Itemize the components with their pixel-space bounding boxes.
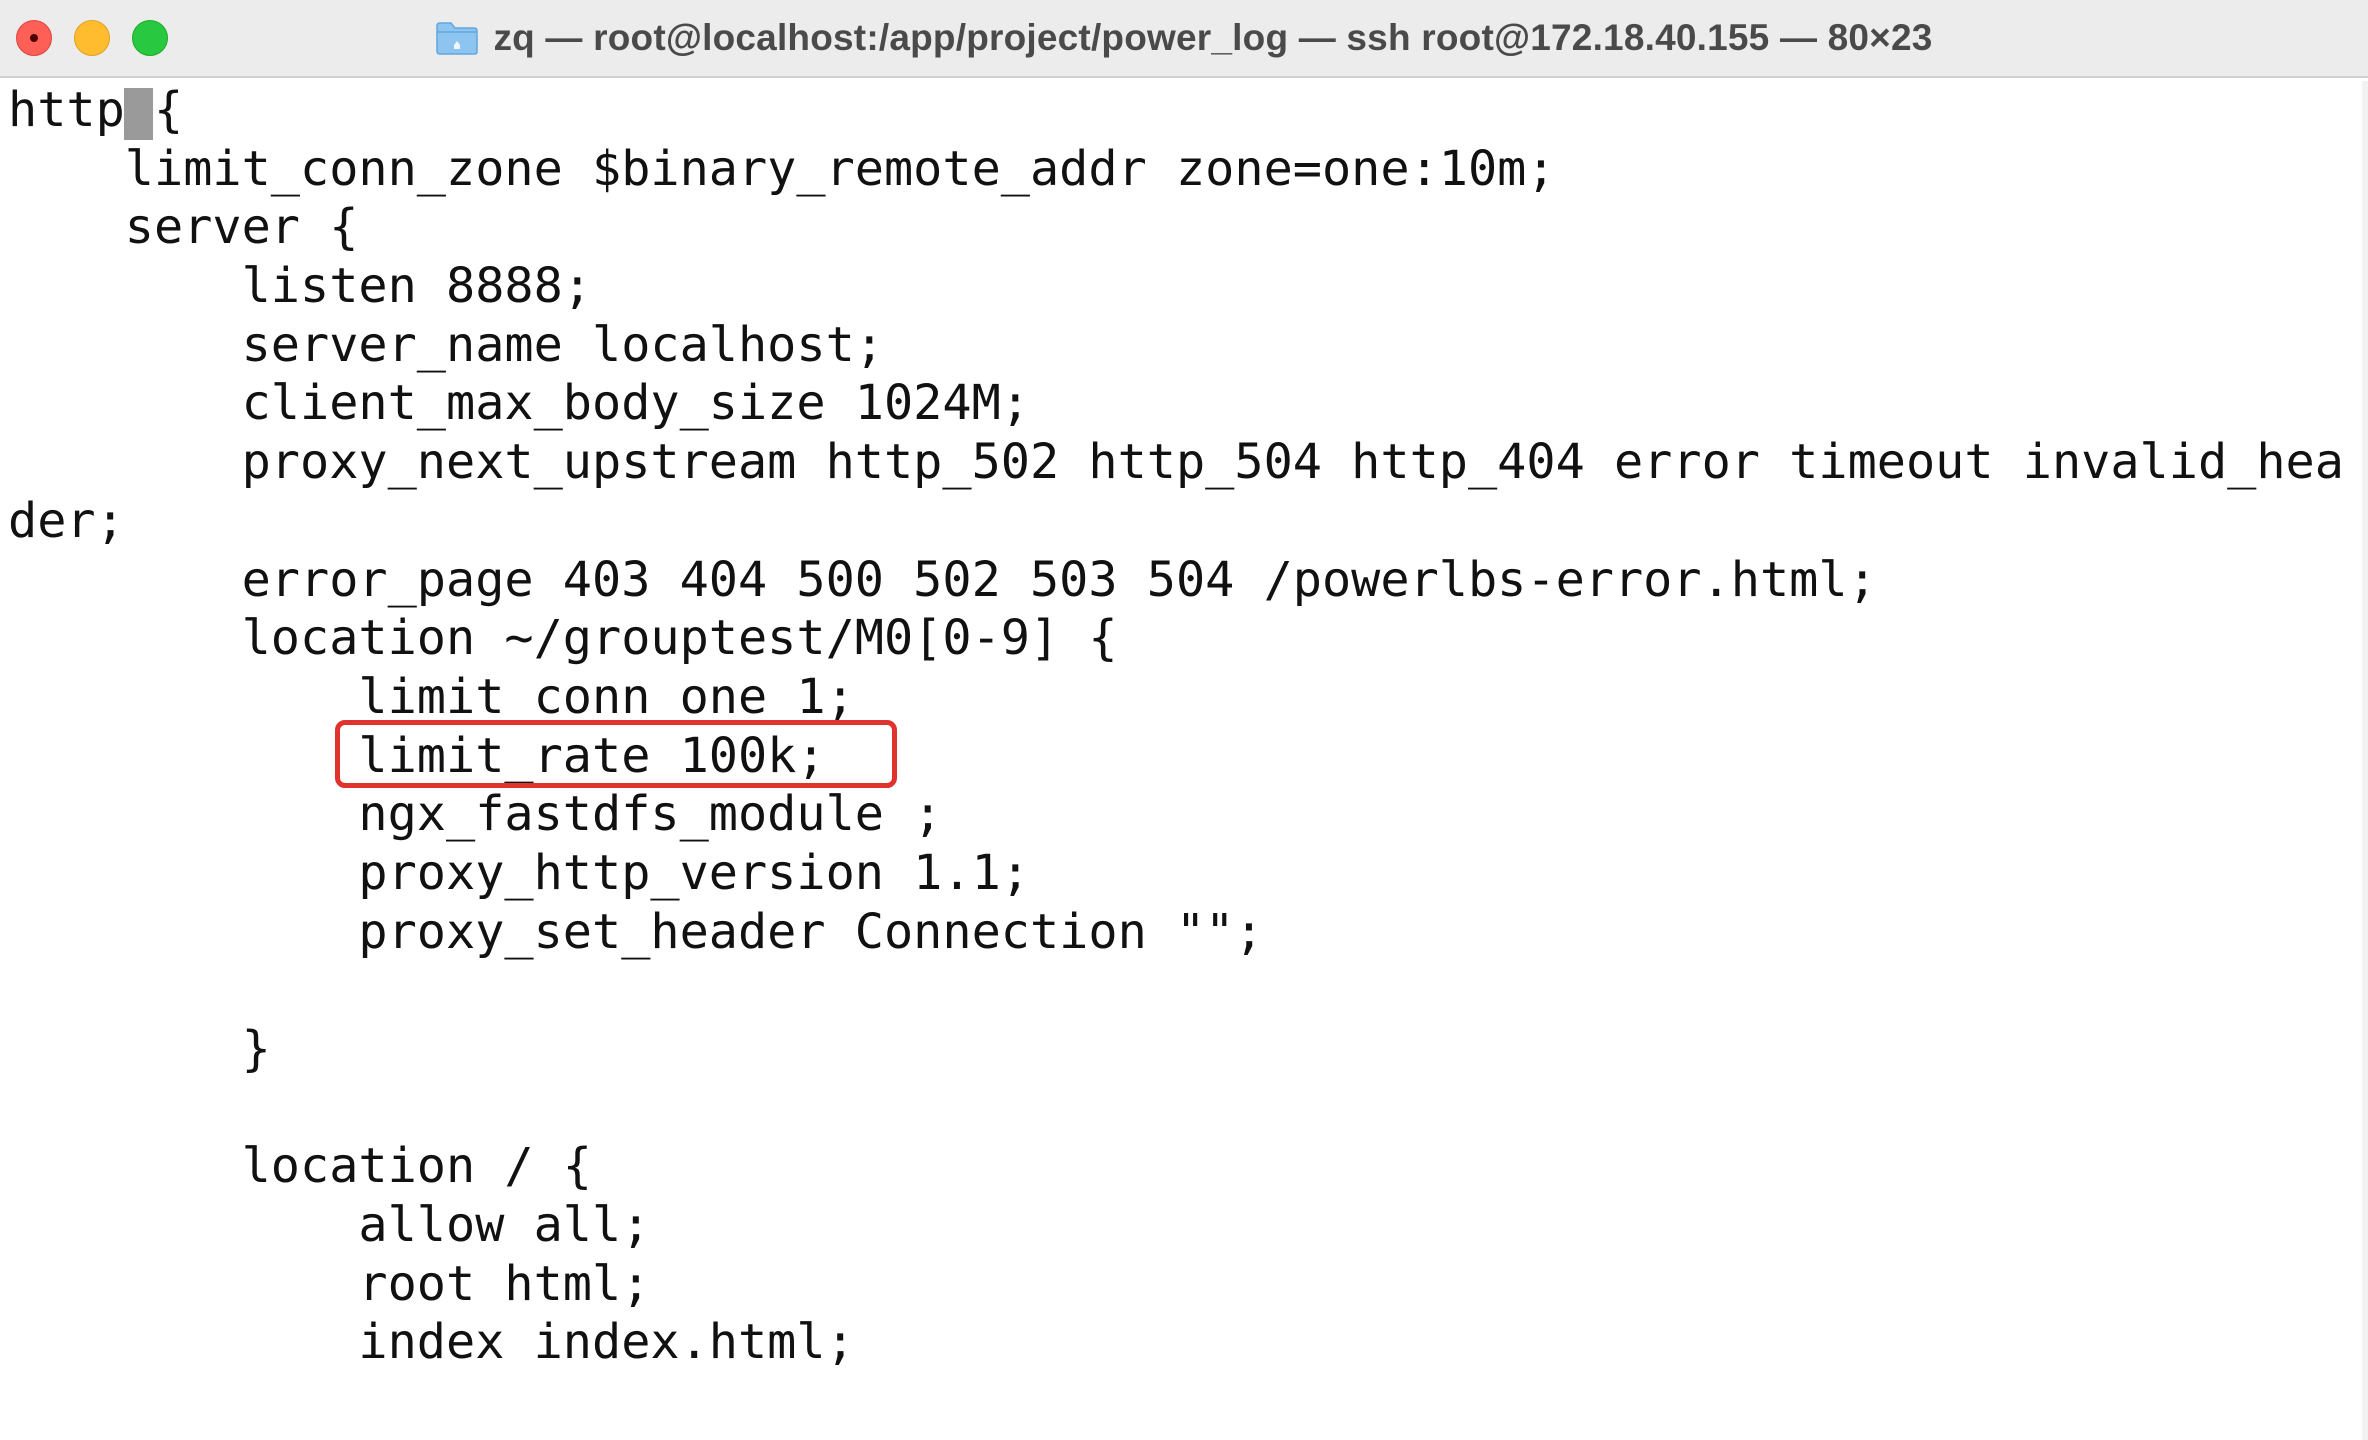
terminal-line: client_max_body_size 1024M;: [8, 375, 1030, 432]
terminal-line: allow all;: [8, 1197, 651, 1254]
terminal-line: limit_conn one 1;: [8, 668, 855, 725]
terminal-line: proxy_next_upstream http_502 http_504 ht…: [8, 434, 2344, 491]
terminal-window: zq — root@localhost:/app/project/power_l…: [0, 0, 2368, 1440]
terminal-line: ngx_fastdfs_module ;: [8, 786, 943, 843]
terminal-line: location / {: [8, 1138, 592, 1195]
folder-icon: [435, 20, 479, 56]
terminal-line: location ~/grouptest/M0[0-9] {: [8, 610, 1118, 667]
terminal-line: server_name localhost;: [8, 316, 884, 373]
terminal-line: }: [8, 1021, 271, 1077]
highlight-box: [335, 720, 897, 788]
terminal-line: listen 8888;: [8, 258, 592, 315]
terminal-line: der;: [8, 492, 125, 549]
terminal-content[interactable]: http { limit_conn_zone $binary_remote_ad…: [0, 81, 2368, 1440]
title-bar[interactable]: zq — root@localhost:/app/project/power_l…: [0, 0, 2368, 78]
terminal-line: proxy_set_header Connection "";: [8, 903, 1264, 960]
terminal-line: error_page 403 404 500 502 503 504 /powe…: [8, 551, 1877, 608]
terminal-line: server {: [8, 199, 359, 256]
window-title-container: zq — root@localhost:/app/project/power_l…: [0, 0, 2368, 76]
terminal-line: proxy_http_version 1.1;: [8, 844, 1030, 901]
text-cursor: [124, 88, 153, 140]
scrollbar-track[interactable]: [2362, 81, 2368, 1440]
terminal-line: limit_conn_zone $binary_remote_addr zone…: [8, 140, 1556, 197]
terminal-line: root html;: [8, 1255, 651, 1312]
window-title: zq — root@localhost:/app/project/power_l…: [493, 17, 1933, 58]
terminal-line: index index.html;: [8, 1314, 855, 1371]
terminal-line: http {: [8, 82, 184, 138]
